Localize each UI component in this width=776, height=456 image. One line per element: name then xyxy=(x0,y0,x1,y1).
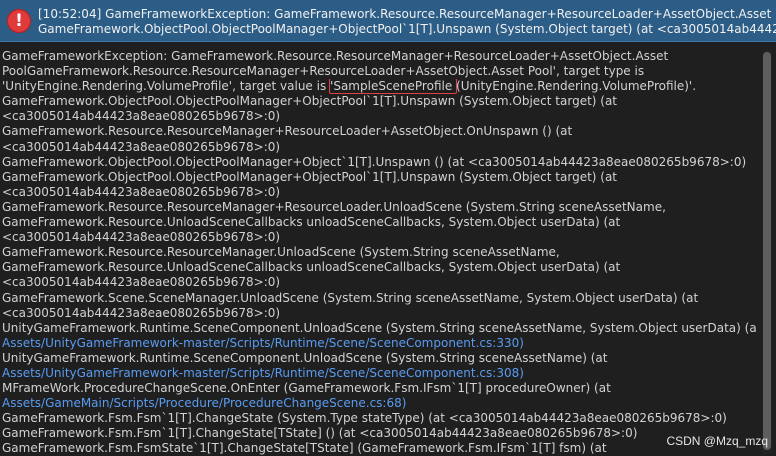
log-detail-panel[interactable]: GameFrameworkException: GameFramework.Re… xyxy=(0,42,776,456)
stack-trace-line: GameFramework.Resource.ResourceManager+R… xyxy=(2,199,666,214)
stack-trace-line: <ca3005014ab44423a8eae080265b9678>:0) xyxy=(2,184,281,199)
stack-trace-line: GameFramework.ObjectPool.ObjectPoolManag… xyxy=(2,169,618,184)
stack-trace-line: GameFramework.ObjectPool.ObjectPoolManag… xyxy=(2,94,618,109)
stack-trace-line: UnityGameFramework.Runtime.SceneComponen… xyxy=(2,350,608,365)
stack-trace-file-link[interactable]: Assets/UnityGameFramework-master/Scripts… xyxy=(2,366,756,381)
stack-trace-line: GameFramework.Scene.SceneManager.UnloadS… xyxy=(2,290,699,305)
log-entry-stack-first-line: GameFramework.ObjectPool.ObjectPoolManag… xyxy=(38,22,776,36)
stack-trace: GameFrameworkException: GameFramework.Re… xyxy=(2,49,756,456)
stack-trace-line: GameFramework.Resource.UnloadSceneCallba… xyxy=(2,215,621,230)
stack-trace-file-link[interactable]: Assets/GameMain/Scripts/Procedure/Proced… xyxy=(2,396,756,411)
highlighted-target-value: 'SampleSceneProfile xyxy=(329,79,458,95)
stack-trace-line: UnityGameFramework.Runtime.SceneComponen… xyxy=(2,320,756,335)
error-icon: ! xyxy=(7,9,31,33)
stack-trace-text: (UnityEngine.Rendering.VolumeProfile)'. xyxy=(456,79,697,94)
stack-trace-line: GameFramework.Fsm.Fsm`1[T].ChangeState (… xyxy=(2,411,727,426)
log-entry-message: [10:52:04] GameFrameworkException: GameF… xyxy=(38,7,776,21)
stack-trace-line: PoolGameFramework.Resource.ResourceManag… xyxy=(2,64,645,79)
selected-log-entry[interactable]: ! [10:52:04] GameFrameworkException: Gam… xyxy=(0,0,776,42)
stack-trace-line: GameFramework.Resource.ResourceManager.U… xyxy=(2,245,560,260)
stack-trace-line: GameFramework.Fsm.Fsm`1[T].ChangeState[T… xyxy=(2,426,638,441)
stack-trace-line: GameFrameworkException: GameFramework.Re… xyxy=(2,49,669,63)
stack-trace-line: GameFramework.Fsm.FsmState`1[T].ChangeSt… xyxy=(2,441,607,456)
stack-trace-line: MFrameWork.ProcedureChangeScene.OnEnter … xyxy=(2,381,611,396)
watermark: CSDN @Mzq_mzq xyxy=(666,434,768,448)
stack-trace-text: 'UnityEngine.Rendering.VolumeProfile', t… xyxy=(2,79,331,94)
vertical-scrollbar[interactable] xyxy=(762,50,772,454)
stack-trace-line: <ca3005014ab44423a8eae080265b9678>:0) xyxy=(2,139,281,154)
stack-trace-line: <ca3005014ab44423a8eae080265b9678>:0) xyxy=(2,230,281,245)
stack-trace-line: GameFramework.Resource.ResourceManager+R… xyxy=(2,124,573,139)
stack-trace-line: GameFramework.ObjectPool.ObjectPoolManag… xyxy=(2,154,747,169)
stack-trace-line: <ca3005014ab44423a8eae080265b9678>:0) xyxy=(2,275,281,290)
scrollbar-thumb[interactable] xyxy=(763,52,771,450)
stack-trace-line: 'UnityEngine.Rendering.VolumeProfile', t… xyxy=(2,79,756,95)
stack-trace-line: GameFramework.Resource.UnloadSceneCallba… xyxy=(2,260,621,275)
stack-trace-line: <ca3005014ab44423a8eae080265b9678>:0) xyxy=(2,109,281,124)
stack-trace-file-link[interactable]: Assets/UnityGameFramework-master/Scripts… xyxy=(2,336,756,351)
stack-trace-line: <ca3005014ab44423a8eae080265b9678>:0) xyxy=(2,305,281,320)
